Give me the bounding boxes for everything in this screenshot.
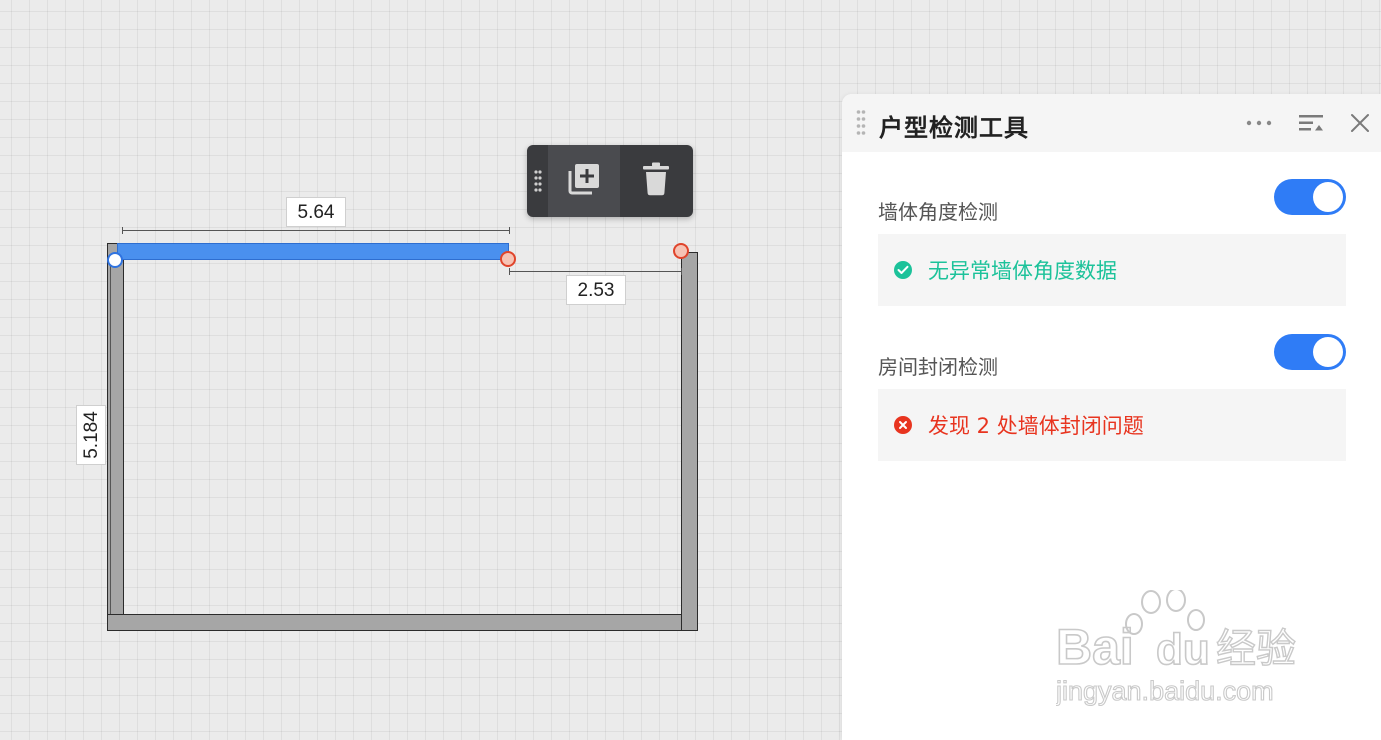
- wall-angle-check-toggle[interactable]: [1274, 179, 1346, 215]
- panel-drag-handle-icon[interactable]: [856, 109, 866, 137]
- dimension-line-left: [110, 262, 111, 614]
- panel-title: 户型检测工具: [879, 114, 1029, 142]
- toggle-knob: [1313, 337, 1343, 367]
- panel-header: 户型检测工具: [842, 94, 1381, 152]
- more-icon[interactable]: [1246, 111, 1272, 135]
- dimension-label-top[interactable]: 5.64: [286, 197, 346, 227]
- delete-button[interactable]: [620, 145, 692, 217]
- wall-angle-result: 无异常墙体角度数据: [878, 234, 1346, 306]
- dimension-label-right[interactable]: 2.53: [566, 275, 626, 305]
- dimension-line-right: [509, 268, 682, 275]
- trash-icon: [640, 161, 672, 201]
- wall-endpoint-handle-open[interactable]: [673, 243, 689, 259]
- drag-handle-icon[interactable]: [527, 145, 548, 217]
- room-floor[interactable]: [124, 260, 681, 614]
- wall-angle-result-text: 无异常墙体角度数据: [928, 259, 1117, 283]
- dimension-label-left[interactable]: 5.184: [76, 405, 106, 465]
- dimension-line-top: [122, 227, 510, 234]
- room-closure-result: 发现 2 处墙体封闭问题: [878, 389, 1346, 461]
- room-closure-result-text: 发现 2 处墙体封闭问题: [928, 414, 1144, 438]
- room-closure-check-toggle[interactable]: [1274, 334, 1346, 370]
- close-icon[interactable]: [1347, 111, 1373, 135]
- wall-endpoint-handle-end-open[interactable]: [500, 251, 516, 267]
- wall-endpoint-handle-start[interactable]: [107, 252, 123, 268]
- toggle-knob: [1313, 182, 1343, 212]
- inspection-panel: 户型检测工具 墙体角度检测 无异常墙体角度数据 房间封闭检测 发现 2 处墙体封…: [842, 94, 1381, 740]
- collapse-icon[interactable]: [1298, 111, 1324, 135]
- check-circle-icon: [894, 261, 912, 279]
- error-circle-icon: [894, 416, 912, 434]
- copy-add-icon: [566, 161, 602, 201]
- floor-plan-canvas[interactable]: 5.64 2.53 5.184: [0, 0, 842, 740]
- wall-bottom[interactable]: [107, 614, 698, 631]
- wall-angle-check-section: 墙体角度检测 无异常墙体角度数据: [878, 179, 1346, 307]
- section-title-wall-angle: 墙体角度检测: [878, 200, 998, 224]
- room-closure-check-section: 房间封闭检测 发现 2 处墙体封闭问题: [878, 334, 1346, 462]
- wall-right[interactable]: [681, 252, 698, 631]
- floating-toolbar: [527, 145, 693, 217]
- wall-top-selected[interactable]: [117, 243, 509, 260]
- copy-add-button[interactable]: [548, 145, 620, 217]
- section-title-room-closure: 房间封闭检测: [878, 355, 998, 379]
